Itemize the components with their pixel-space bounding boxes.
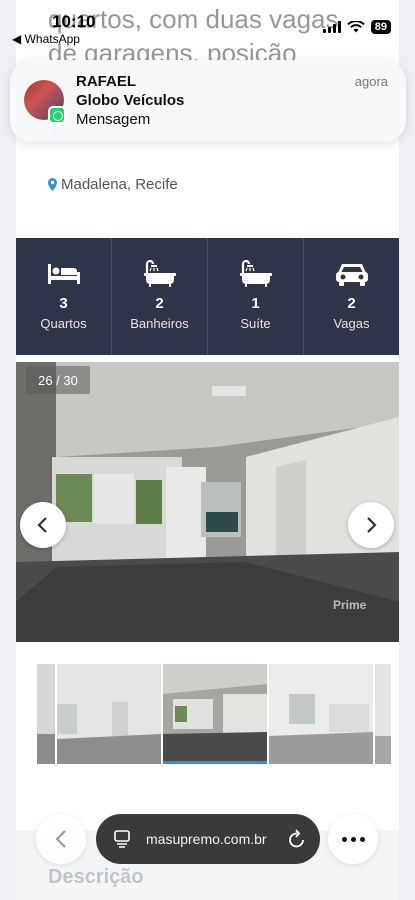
status-time: 10:10 [52,12,96,31]
more-dot [350,836,356,842]
back-to-app-link[interactable]: ◀ WhatsApp [12,32,80,46]
chevron-left-icon [55,830,66,848]
feature-suites: 1 Suíte [208,238,304,355]
wifi-icon [347,21,365,33]
tabs-icon[interactable] [114,830,130,848]
battery-indicator: 89 [370,20,391,34]
thumbnail-item[interactable] [269,664,373,764]
photo-watermark: Prime [333,598,367,612]
chevron-right-icon [367,517,377,533]
browser-more-button[interactable] [328,814,378,864]
notification-time: agora [354,74,388,89]
description-title: Descrição [48,866,144,888]
status-icons: 89 [322,20,391,34]
notification-group: Globo Veículos [76,92,185,109]
url-text: masupremo.com.br [146,831,267,847]
feature-bedrooms: 3 Quartos [16,238,112,355]
listing-location: Madalena, Recife [48,176,178,193]
more-dot [341,836,347,842]
notification-message: Mensagem [76,111,151,128]
whatsapp-notification[interactable]: RAFAEL Globo Veículos Mensagem agora [10,60,406,142]
map-pin-icon [48,178,57,191]
cellular-signal-icon [322,21,341,33]
reload-icon[interactable] [288,829,306,849]
whatsapp-icon [48,106,66,124]
thumbnail-item[interactable] [375,664,391,764]
bathrooms-label: Banheiros [130,316,189,331]
gallery-next-button[interactable] [348,502,394,548]
more-dot [359,836,365,842]
bedrooms-count: 3 [59,295,68,312]
status-bar: 10:10 ◀ WhatsApp 89 [0,0,415,46]
suite-icon [239,260,272,287]
location-text: Madalena, Recife [61,176,178,193]
thumbnail-item[interactable] [37,664,55,764]
chevron-left-icon [37,517,47,533]
notification-sender: RAFAEL [76,73,136,90]
bed-icon [47,264,80,284]
suites-label: Suíte [240,316,271,331]
property-features: 3 Quartos 2 Banheiros 1 Suíte 2 Vagas [16,238,399,355]
browser-address-bar[interactable]: masupremo.com.br [96,814,320,864]
bedrooms-label: Quartos [40,316,87,331]
feature-parking: 2 Vagas [304,238,399,355]
bathtub-icon [143,260,176,287]
gallery-counter: 26 / 30 [26,366,90,394]
thumbnail-item-active[interactable] [163,664,267,764]
bathrooms-count: 2 [155,295,164,312]
parking-label: Vagas [333,316,370,331]
gallery-prev-button[interactable] [20,502,66,548]
gallery-thumbnails [37,664,391,766]
browser-back-button[interactable] [36,814,86,864]
thumbnail-item[interactable] [57,664,161,764]
suites-count: 1 [251,295,260,312]
car-icon [335,264,368,286]
feature-bathrooms: 2 Banheiros [112,238,208,355]
parking-count: 2 [347,295,356,312]
